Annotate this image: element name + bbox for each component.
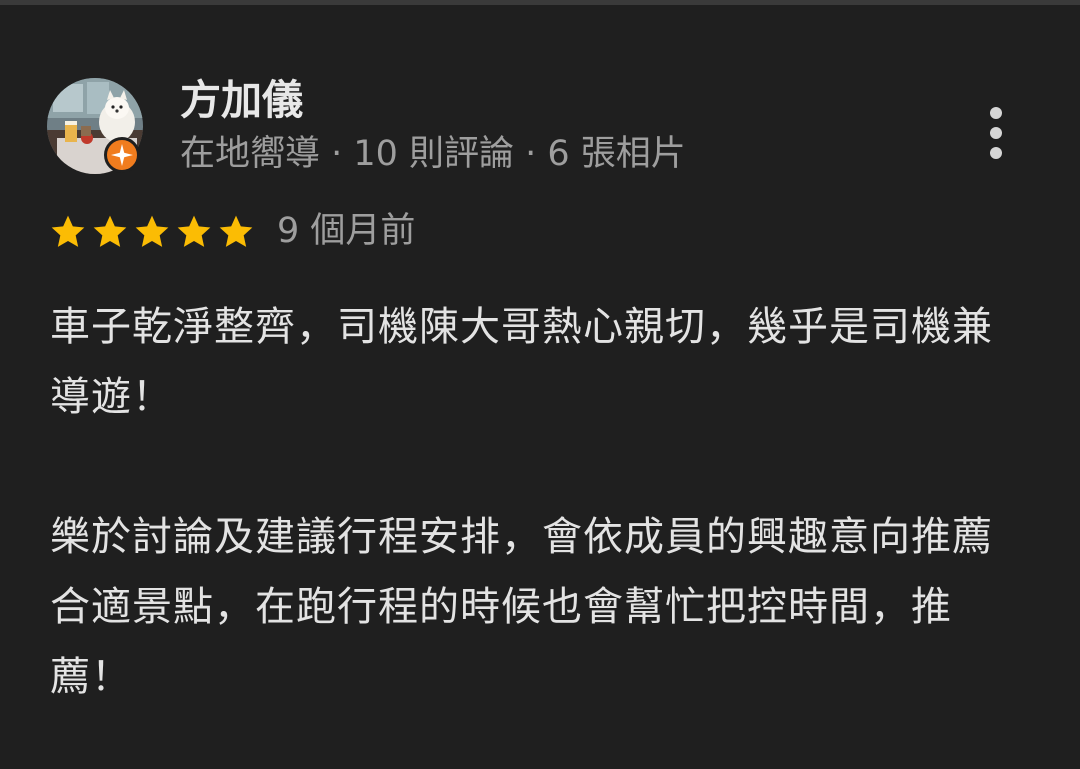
review-body: 車子乾淨整齊，司機陳大哥熱心親切，幾乎是司機兼導遊！ 樂於討論及建議行程安排，會… bbox=[50, 292, 1025, 712]
more-vert-icon-dot bbox=[990, 147, 1002, 159]
star-icon bbox=[177, 215, 211, 247]
reviewer-name[interactable]: 方加儀 bbox=[180, 74, 303, 126]
review-paragraph: 樂於討論及建議行程安排，會依成員的興趣意向推薦合適景點，在跑行程的時候也會幫忙把… bbox=[50, 514, 993, 700]
star-icon bbox=[219, 215, 253, 247]
reviewer-meta: 在地嚮導 · 10 則評論 · 6 張相片 bbox=[180, 134, 686, 174]
local-guide-star-icon bbox=[111, 144, 133, 166]
star-icon bbox=[135, 215, 169, 247]
review-paragraph: 車子乾淨整齊，司機陳大哥熱心親切，幾乎是司機兼導遊！ bbox=[50, 304, 993, 420]
top-divider bbox=[0, 0, 1080, 5]
star-icon bbox=[93, 215, 127, 247]
more-vert-icon-dot bbox=[990, 127, 1002, 139]
star-rating bbox=[47, 212, 257, 252]
more-options-button[interactable] bbox=[976, 103, 1016, 163]
local-guide-badge bbox=[104, 137, 140, 173]
review-time: 9 個月前 bbox=[277, 211, 416, 251]
star-icon bbox=[51, 215, 85, 247]
avatar[interactable] bbox=[47, 78, 143, 174]
more-vert-icon-dot bbox=[990, 107, 1002, 119]
